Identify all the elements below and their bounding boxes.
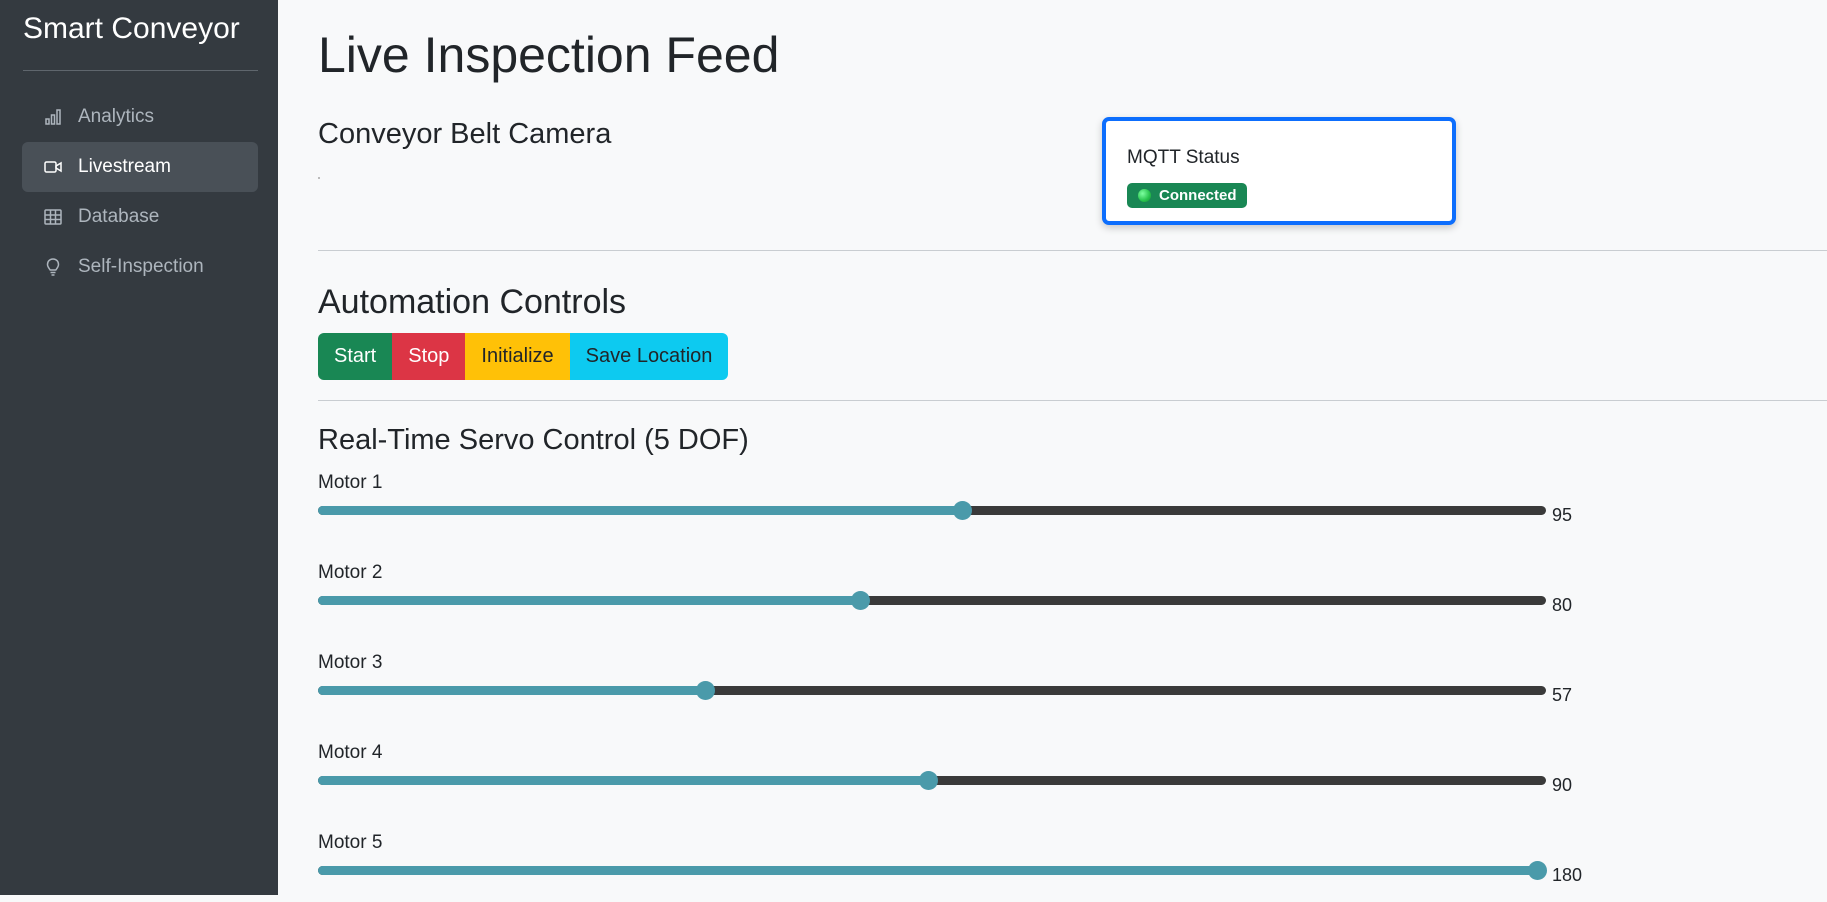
- motor-3-slider[interactable]: [318, 681, 1546, 700]
- slider-thumb[interactable]: [696, 681, 715, 700]
- mqtt-status-title: MQTT Status: [1127, 147, 1240, 168]
- motor-label: Motor 1: [318, 472, 383, 493]
- slider-thumb[interactable]: [953, 501, 972, 520]
- initialize-button[interactable]: Initialize: [465, 333, 570, 380]
- bar-chart-icon: [42, 106, 64, 128]
- motor-1-control: Motor 1 95: [318, 472, 1572, 542]
- app-title: Smart Conveyor: [23, 12, 240, 45]
- lightbulb-icon: [42, 256, 64, 278]
- sidebar-item-self-inspection[interactable]: Self-Inspection: [22, 242, 258, 292]
- status-badge: Connected: [1127, 183, 1247, 208]
- motor-3-control: Motor 3 57: [318, 652, 1572, 722]
- motor-label: Motor 2: [318, 562, 383, 583]
- mqtt-status-card: MQTT Status Connected: [1102, 117, 1456, 225]
- motor-4-slider[interactable]: [318, 771, 1546, 790]
- sidebar-item-database[interactable]: Database: [22, 192, 258, 242]
- slider-fill: [318, 596, 860, 605]
- motor-label: Motor 4: [318, 742, 383, 763]
- sidebar-nav: Analytics Livestream Database Self-Inspe…: [22, 92, 258, 292]
- motor-value: 180: [1552, 865, 1583, 885]
- motor-label: Motor 3: [318, 652, 383, 673]
- video-camera-icon: [42, 156, 64, 178]
- save-location-button[interactable]: Save Location: [569, 333, 729, 380]
- sidebar-item-label: Livestream: [78, 156, 171, 177]
- slider-fill: [318, 776, 928, 785]
- slider-thumb[interactable]: [851, 591, 870, 610]
- page-title: Live Inspection Feed: [318, 27, 780, 83]
- sidebar-item-analytics[interactable]: Analytics: [22, 92, 258, 142]
- motor-value: 80: [1552, 595, 1573, 615]
- stop-button[interactable]: Stop: [392, 333, 466, 380]
- motor-1-slider[interactable]: [318, 501, 1546, 520]
- slider-fill: [318, 686, 705, 695]
- main-content: Live Inspection Feed Conveyor Belt Camer…: [318, 0, 1827, 895]
- motor-value: 90: [1552, 775, 1573, 795]
- status-badge-label: Connected: [1159, 187, 1237, 204]
- motor-2-slider[interactable]: [318, 591, 1546, 610]
- motor-label: Motor 5: [318, 832, 383, 853]
- sidebar-item-label: Self-Inspection: [78, 256, 204, 277]
- slider-fill: [318, 506, 962, 515]
- section-divider: [318, 400, 1827, 401]
- section-divider: [318, 250, 1827, 251]
- automation-button-group: Start Stop Initialize Save Location: [318, 333, 729, 380]
- sidebar-divider: [23, 70, 258, 71]
- sidebar-item-label: Database: [78, 206, 160, 227]
- slider-fill: [318, 866, 1537, 875]
- sidebar: Smart Conveyor Analytics Livestream Data…: [0, 0, 278, 895]
- motor-5-slider[interactable]: [318, 861, 1547, 880]
- automation-title: Automation Controls: [318, 283, 627, 321]
- motor-4-control: Motor 4 90: [318, 742, 1572, 812]
- status-dot-icon: [1138, 189, 1151, 202]
- motor-2-control: Motor 2 80: [318, 562, 1572, 632]
- start-button[interactable]: Start: [318, 333, 393, 380]
- camera-title: Conveyor Belt Camera: [318, 118, 612, 150]
- motor-value: 57: [1552, 685, 1573, 705]
- table-icon: [42, 206, 64, 228]
- sidebar-item-livestream[interactable]: Livestream: [22, 142, 258, 192]
- servo-control-title: Real-Time Servo Control (5 DOF): [318, 424, 749, 456]
- motor-value: 95: [1552, 505, 1573, 525]
- sidebar-item-label: Analytics: [78, 106, 155, 127]
- camera-feed: [318, 177, 320, 179]
- motor-5-control: Motor 5 180: [318, 832, 1582, 902]
- slider-thumb[interactable]: [919, 771, 938, 790]
- slider-thumb[interactable]: [1528, 861, 1547, 880]
